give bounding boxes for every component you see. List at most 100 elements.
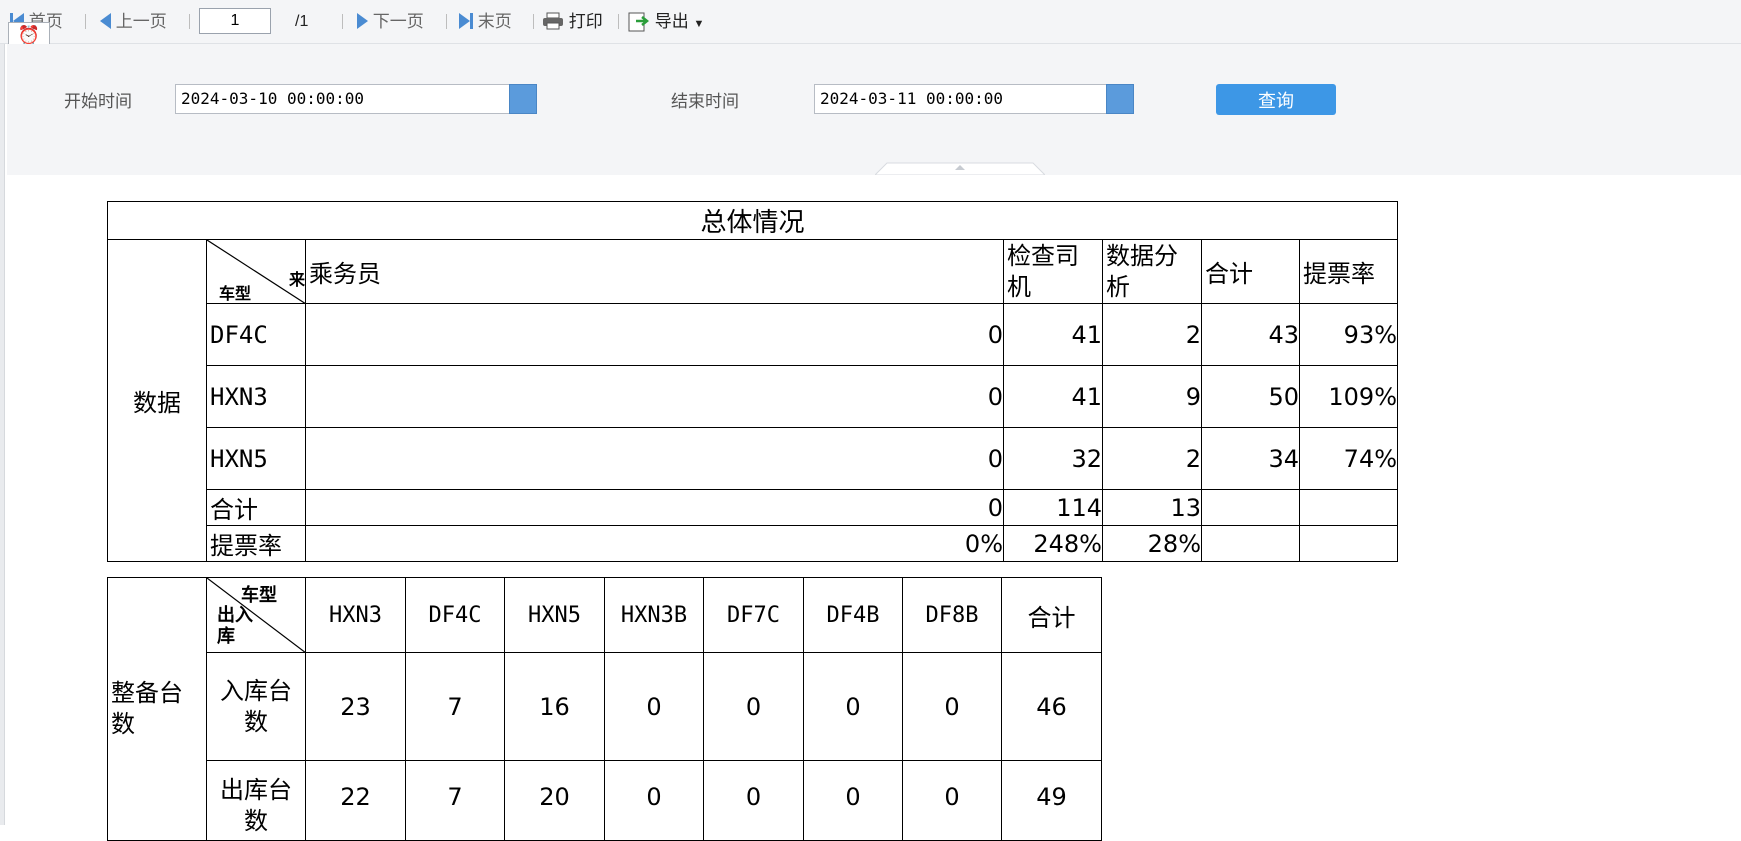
table-row: 入库台数 23 7 16 0 0 0 0 46 [108, 652, 1102, 761]
col-header: 合计 [1201, 239, 1300, 304]
rate-row: 提票率 0% 248% 28% [108, 525, 1399, 562]
cell: 0 [803, 652, 903, 761]
cell: 49 [1001, 760, 1102, 841]
cell: 16 [504, 652, 605, 761]
end-time-label: 结束时间 [671, 92, 739, 111]
table-row: HXN3 0 41 9 50 109% [108, 365, 1399, 428]
calendar-icon [515, 91, 531, 107]
cell: 2 [1102, 303, 1202, 366]
last-page-icon [459, 13, 470, 29]
separator [85, 14, 86, 29]
col-header: DF7C [703, 577, 804, 653]
cell: 0 [305, 489, 1004, 526]
printer-icon [543, 12, 563, 30]
export-button[interactable]: 导出 ▼ [628, 0, 704, 43]
servicing-count-table: 整备台数 车型 出入库 HXN3 DF4C HXN5 HXN3B DF7C DF… [107, 577, 1102, 841]
col-header: 检查司机 [1003, 239, 1103, 304]
col-header: 合计 [1001, 577, 1102, 653]
cell [1201, 489, 1300, 526]
collapse-panel-handle[interactable] [875, 162, 1045, 175]
cell: 28% [1102, 525, 1202, 562]
cell: 93% [1298, 303, 1399, 366]
row-label: 提票率 [206, 525, 306, 562]
diag-bottom-label: 车型 [219, 284, 252, 303]
col-header: DF8B [902, 577, 1002, 653]
overview-table: 总体情况 数据 来 车型 乘务员 检查司机 数据分析 合计 提票率 DF4C 0… [106, 201, 1399, 562]
cell: 0 [604, 652, 704, 761]
diag-bottom-label: 出入库 [217, 605, 253, 647]
cell: 13 [1102, 489, 1202, 526]
cell: 0% [305, 525, 1004, 562]
cell: 2 [1102, 427, 1202, 490]
col-header: HXN3B [604, 577, 704, 653]
col-header: 提票率 [1298, 239, 1399, 304]
chevron-down-icon: ▼ [693, 18, 705, 30]
cell: 0 [305, 365, 1004, 428]
report-toolbar: 首页 上一页 /1 下一页 末页 打印 导出 ▼ [0, 0, 1741, 44]
end-time-input[interactable]: 2024-03-11 00:00:00 [814, 84, 1107, 114]
data-side-label: 数据 [107, 239, 207, 562]
row-label: 入库台数 [206, 652, 306, 761]
next-page-button[interactable]: 下一页 [357, 0, 424, 43]
cell: 114 [1003, 489, 1103, 526]
cell: 7 [405, 760, 505, 841]
separator [446, 14, 447, 29]
col-header: DF4B [803, 577, 903, 653]
end-calendar-button[interactable] [1106, 84, 1134, 114]
table-row: DF4C 0 41 2 43 93% [108, 303, 1399, 366]
cell: 23 [305, 652, 406, 761]
cell: 109% [1298, 365, 1399, 428]
next-page-icon [357, 13, 368, 29]
cell: 7 [405, 652, 505, 761]
prev-page-button[interactable]: 上一页 [100, 0, 167, 43]
cell: 0 [305, 303, 1004, 366]
table-row: 出库台数 22 7 20 0 0 0 0 49 [108, 760, 1102, 841]
prev-page-icon [100, 13, 111, 29]
row-label: HXN3 [206, 365, 306, 428]
col-header: DF4C [405, 577, 505, 653]
separator [533, 14, 534, 29]
start-calendar-button[interactable] [509, 84, 537, 114]
start-time-label: 开始时间 [64, 92, 132, 111]
export-icon [628, 12, 650, 32]
col-header: 数据分析 [1102, 239, 1202, 304]
col-header: HXN3 [305, 577, 406, 653]
diag-top-label: 来 [289, 270, 306, 289]
cell: 41 [1003, 303, 1103, 366]
row-label: DF4C [206, 303, 306, 366]
row-label: 合计 [206, 489, 306, 526]
page-number-input[interactable] [199, 8, 271, 34]
cell: 20 [504, 760, 605, 841]
last-page-label: 末页 [477, 12, 512, 31]
query-button[interactable]: 查询 [1216, 84, 1336, 115]
start-time-input[interactable]: 2024-03-10 00:00:00 [175, 84, 510, 114]
separator [189, 14, 190, 29]
cell: 0 [604, 760, 704, 841]
cell: 0 [902, 652, 1002, 761]
cell: 22 [305, 760, 406, 841]
cell: 0 [703, 760, 804, 841]
table-row: HXN5 0 32 2 34 74% [108, 427, 1399, 490]
cell: 50 [1201, 365, 1300, 428]
diagonal-header-cell: 车型 出入库 [206, 577, 306, 653]
cell: 0 [803, 760, 903, 841]
calendar-icon [1112, 91, 1128, 107]
diagonal-header-cell: 来 车型 [206, 239, 306, 304]
print-label: 打印 [568, 12, 603, 31]
cell: 43 [1201, 303, 1300, 366]
collapse-arrow-icon [875, 162, 1045, 175]
overview-title: 总体情况 [106, 201, 1399, 240]
separator [342, 14, 343, 29]
last-page-button[interactable]: 末页 [459, 0, 512, 43]
row-label: HXN5 [206, 427, 306, 490]
cell: 0 [305, 427, 1004, 490]
cell [1298, 489, 1399, 526]
col-header: HXN5 [504, 577, 605, 653]
left-edge-handle[interactable] [0, 0, 5, 825]
cell: 32 [1003, 427, 1103, 490]
separator [618, 14, 619, 29]
print-button[interactable]: 打印 [542, 0, 603, 43]
cell [1298, 525, 1399, 562]
cell: 248% [1003, 525, 1103, 562]
total-row: 合计 0 114 13 [108, 489, 1399, 526]
